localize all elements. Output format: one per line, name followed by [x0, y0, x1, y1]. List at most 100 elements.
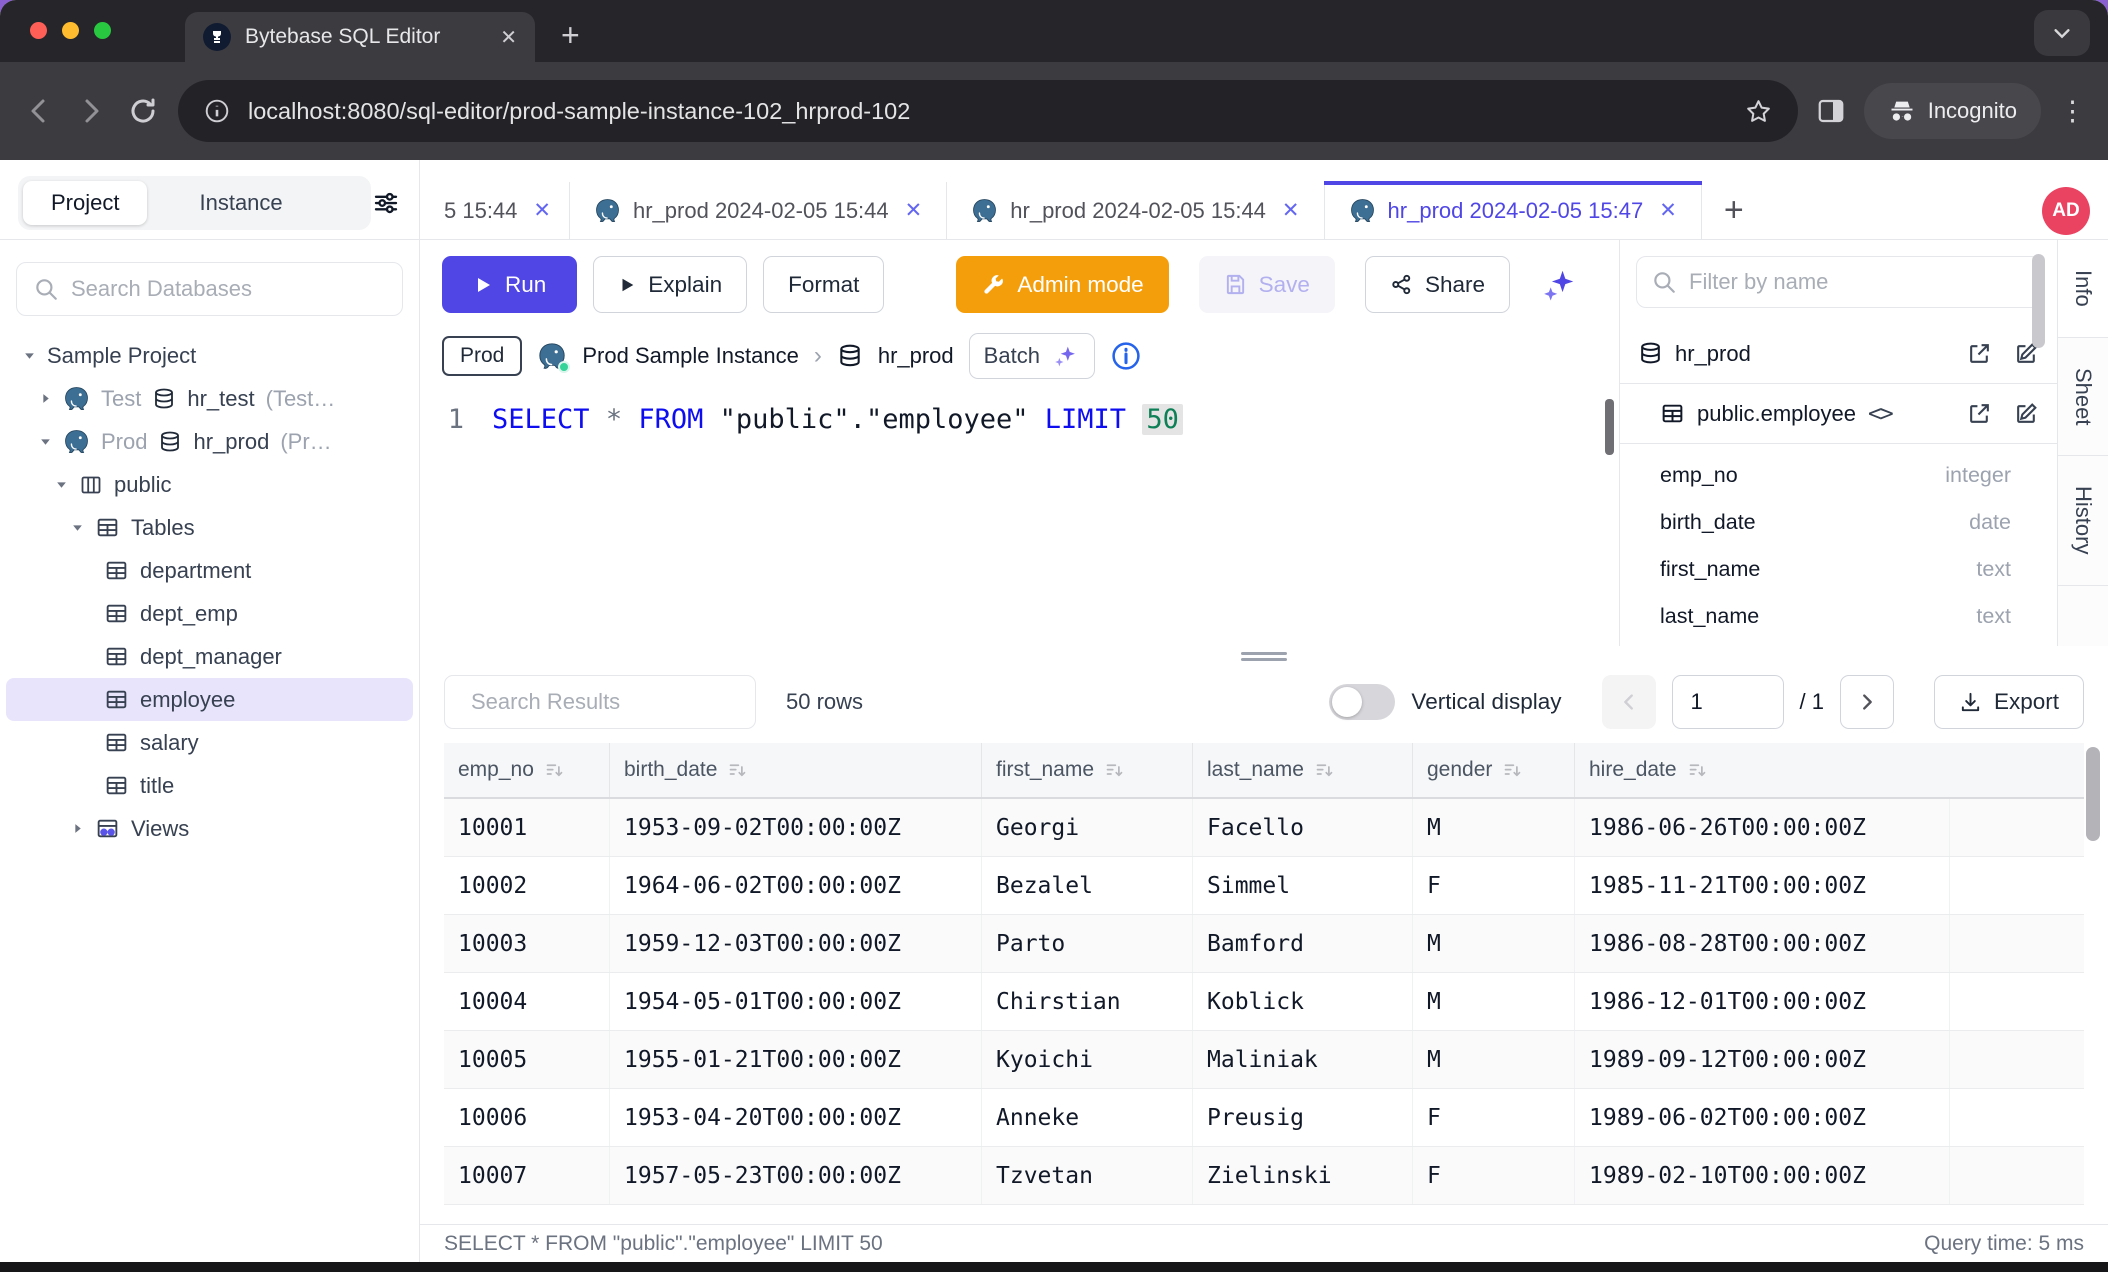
column-header[interactable]: gender [1413, 743, 1575, 797]
close-tab-icon[interactable]: ✕ [1659, 198, 1677, 223]
caret-right-icon[interactable] [70, 822, 84, 835]
database-search[interactable] [16, 262, 403, 316]
bookmark-star-icon[interactable] [1745, 98, 1772, 125]
tree-item-table-department[interactable]: department [6, 549, 413, 592]
editor-tab-3[interactable]: hr_prod 2024-02-05 15:44 ✕ [947, 182, 1324, 239]
side-panel-icon[interactable] [1816, 96, 1846, 126]
ai-sparkle-icon[interactable] [1540, 266, 1578, 304]
minimize-window-button[interactable] [62, 22, 79, 39]
tree-item-hr-test[interactable]: Test hr_test (Test… [6, 377, 413, 420]
side-tab-info[interactable]: Info [2058, 240, 2108, 338]
back-button[interactable] [22, 94, 56, 128]
sql-editor[interactable]: 1 SELECT * FROM "public"."employee" LIMI… [420, 391, 1619, 646]
panel-table-row[interactable]: public.employee <> [1620, 384, 2057, 444]
editor-tab-2[interactable]: hr_prod 2024-02-05 15:44 ✕ [570, 182, 947, 239]
table-row[interactable]: 10004 1954-05-01T00:00:00Z Chirstian Kob… [444, 973, 2084, 1031]
close-window-button[interactable] [30, 22, 47, 39]
filter-box[interactable] [1636, 256, 2041, 308]
site-info-icon[interactable] [204, 98, 230, 124]
close-tab-icon[interactable]: ✕ [1282, 198, 1300, 223]
sort-icon[interactable] [544, 760, 565, 781]
side-tab-sheet[interactable]: Sheet [2058, 338, 2108, 457]
column-row[interactable]: birth_date date [1620, 499, 2057, 546]
forward-button[interactable] [74, 94, 108, 128]
tab-search-button[interactable] [2034, 10, 2090, 56]
tab-project[interactable]: Project [23, 181, 147, 225]
editor-scrollbar[interactable] [1605, 399, 1614, 455]
results-scrollbar[interactable] [2086, 747, 2100, 841]
reload-button[interactable] [126, 94, 160, 128]
splitter-handle-icon[interactable] [1241, 649, 1287, 664]
caret-down-icon[interactable] [22, 349, 36, 362]
external-link-icon[interactable] [1967, 341, 1992, 366]
panel-database-row[interactable]: hr_prod [1620, 324, 2057, 384]
save-button[interactable]: Save [1199, 256, 1335, 313]
column-header[interactable]: hire_date [1575, 743, 1950, 797]
user-avatar[interactable]: AD [2042, 187, 2090, 235]
explain-button[interactable]: Explain [593, 256, 747, 313]
sort-icon[interactable] [1687, 760, 1708, 781]
panel-splitter[interactable] [420, 646, 2108, 661]
tree-item-table-salary[interactable]: salary [6, 721, 413, 764]
close-tab-icon[interactable]: ✕ [500, 25, 517, 50]
tree-item-table-dept-manager[interactable]: dept_manager [6, 635, 413, 678]
caret-down-icon[interactable] [70, 521, 84, 534]
browser-menu-button[interactable]: ⋮ [2059, 98, 2086, 125]
vertical-display-toggle[interactable] [1329, 684, 1395, 720]
admin-mode-button[interactable]: Admin mode [956, 256, 1168, 313]
external-link-icon[interactable] [1967, 401, 1992, 426]
table-row[interactable]: 10001 1953-09-02T00:00:00Z Georgi Facell… [444, 799, 2084, 857]
filter-settings-icon[interactable] [371, 188, 401, 218]
batch-button[interactable]: Batch [969, 333, 1095, 379]
table-row[interactable]: 10005 1955-01-21T00:00:00Z Kyoichi Malin… [444, 1031, 2084, 1089]
table-row[interactable]: 10007 1957-05-23T00:00:00Z Tzvetan Zieli… [444, 1147, 2084, 1205]
table-row[interactable]: 10006 1953-04-20T00:00:00Z Anneke Preusi… [444, 1089, 2084, 1147]
tree-item-tables-group[interactable]: Tables [6, 506, 413, 549]
search-databases-input[interactable] [71, 276, 386, 302]
database-name[interactable]: hr_prod [878, 343, 954, 369]
column-header[interactable]: first_name [982, 743, 1193, 797]
info-icon[interactable] [1110, 340, 1142, 372]
column-header[interactable]: last_name [1193, 743, 1413, 797]
format-button[interactable]: Format [763, 256, 884, 313]
export-button[interactable]: Export [1934, 675, 2084, 729]
edit-icon[interactable] [2014, 401, 2039, 426]
share-button[interactable]: Share [1365, 256, 1510, 313]
panel-scrollbar[interactable] [2032, 254, 2045, 348]
editor-tab-1[interactable]: 5 15:44 ✕ [420, 182, 570, 239]
column-header[interactable]: emp_no [444, 743, 610, 797]
instance-name[interactable]: Prod Sample Instance [582, 343, 798, 369]
column-row[interactable]: first_name text [1620, 546, 2057, 593]
search-results-input[interactable] [471, 689, 759, 715]
sort-icon[interactable] [1104, 760, 1125, 781]
filter-by-name-input[interactable] [1689, 269, 2026, 295]
caret-right-icon[interactable] [38, 392, 52, 405]
close-tab-icon[interactable]: ✕ [533, 198, 551, 223]
sort-icon[interactable] [727, 760, 748, 781]
next-page-button[interactable] [1840, 675, 1894, 729]
caret-down-icon[interactable] [54, 478, 68, 491]
browser-tab[interactable]: Bytebase SQL Editor ✕ [185, 12, 535, 62]
table-row[interactable]: 10002 1964-06-02T00:00:00Z Bezalel Simme… [444, 857, 2084, 915]
sort-icon[interactable] [1314, 760, 1335, 781]
tree-item-table-title[interactable]: title [6, 764, 413, 807]
page-number-input[interactable] [1672, 675, 1784, 729]
column-row[interactable]: last_name text [1620, 593, 2057, 640]
caret-down-icon[interactable] [38, 435, 52, 448]
side-tab-history[interactable]: History [2058, 456, 2108, 585]
new-tab-button[interactable]: + [561, 17, 580, 54]
url-bar[interactable]: localhost:8080/sql-editor/prod-sample-in… [178, 80, 1798, 142]
results-search-box[interactable] [444, 675, 756, 729]
code-icon[interactable]: <> [1868, 401, 1892, 427]
run-button[interactable]: Run [442, 256, 577, 313]
table-row[interactable]: 10003 1959-12-03T00:00:00Z Parto Bamford… [444, 915, 2084, 973]
new-query-tab-button[interactable]: + [1702, 182, 1766, 239]
tree-item-views-group[interactable]: Views [6, 807, 413, 850]
tree-item-table-dept-emp[interactable]: dept_emp [6, 592, 413, 635]
close-tab-icon[interactable]: ✕ [905, 198, 923, 223]
tree-item-table-employee[interactable]: employee [6, 678, 413, 721]
zoom-window-button[interactable] [94, 22, 111, 39]
tree-item-project[interactable]: Sample Project [6, 334, 413, 377]
tree-item-schema-public[interactable]: public [6, 463, 413, 506]
prev-page-button[interactable] [1602, 675, 1656, 729]
